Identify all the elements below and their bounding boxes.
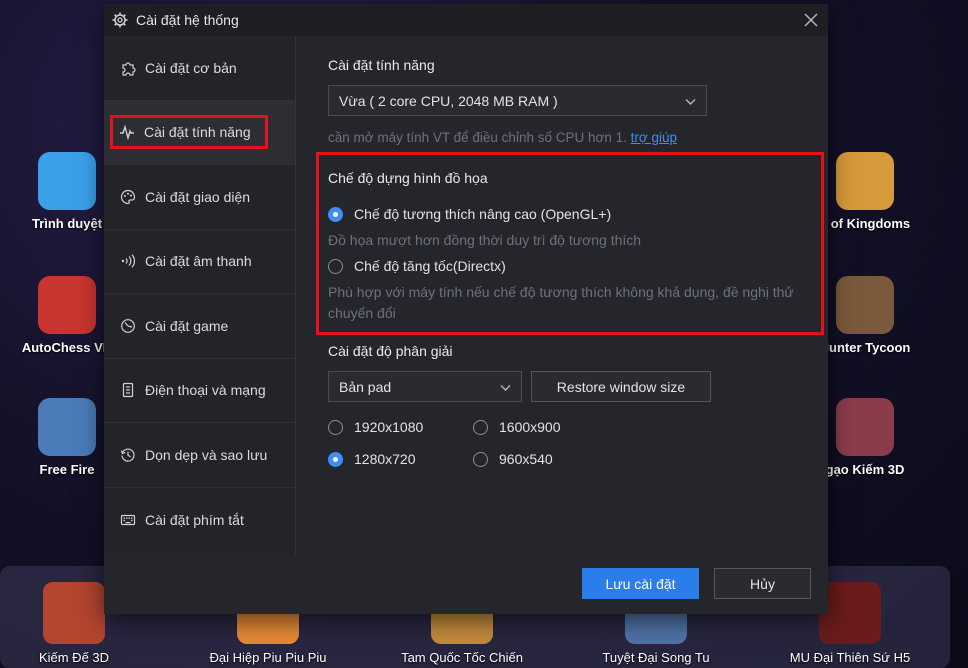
settings-sidebar: Cài đặt cơ bản Cài đặt tính năng Cài đặt… <box>104 36 296 554</box>
restore-window-size-button[interactable]: Restore window size <box>531 371 711 402</box>
radio-button[interactable] <box>328 451 343 467</box>
radio-label: 1920x1080 <box>354 419 424 435</box>
app-label: Đại Hiệp Piu Piu Piu <box>209 650 327 665</box>
resolution-title: Cài đặt độ phân giải <box>328 343 453 359</box>
resolution-option-960x540[interactable]: 960x540 <box>473 451 553 467</box>
pulse-icon <box>120 124 134 141</box>
sidebar-item-label: Cài đặt âm thanh <box>145 253 252 270</box>
performance-select[interactable]: Vừa ( 2 core CPU, 2048 MB RAM ) <box>328 85 707 116</box>
app-label: Tuyệt Đại Song Tu <box>602 650 710 665</box>
sound-icon <box>121 254 136 268</box>
puzzle-icon <box>122 62 136 76</box>
sidebar-item-basic[interactable]: Cài đặt cơ bản <box>104 36 295 101</box>
button-label: Restore window size <box>556 378 686 395</box>
sidebar-item-interface[interactable]: Cài đặt giao diện <box>104 165 295 230</box>
radio-button[interactable] <box>473 451 488 467</box>
sidebar-item-label: Điện thoại và mạng <box>145 382 266 399</box>
radio-label: Chế độ tương thích nâng cao (OpenGL+) <box>354 206 612 222</box>
gear-icon <box>112 12 128 28</box>
gamepad-icon <box>121 318 135 333</box>
highlight-box: Cài đặt tính năng <box>110 115 268 150</box>
sidebar-item-game[interactable]: Cài đặt game <box>104 294 295 359</box>
phone-icon <box>122 383 134 398</box>
close-icon[interactable] <box>802 11 820 29</box>
radio-button[interactable] <box>328 206 343 222</box>
app-icon <box>38 276 96 334</box>
button-label: Hủy <box>750 575 775 592</box>
sidebar-item-sound[interactable]: Cài đặt âm thanh <box>104 230 295 294</box>
radio-button[interactable] <box>473 419 488 435</box>
render-directx-description: Phù hợp với máy tính nếu chế độ tương th… <box>328 284 794 321</box>
cancel-button[interactable]: Hủy <box>714 568 811 599</box>
render-mode-title: Chế độ dựng hình đồ họa <box>328 170 488 186</box>
performance-hint: cần mở máy tính VT để điều chỉnh số CPU … <box>328 130 677 145</box>
radio-label: 1280x720 <box>354 451 416 467</box>
performance-select-value: Vừa ( 2 core CPU, 2048 MB RAM ) <box>339 92 558 109</box>
sidebar-item-cleanup-backup[interactable]: Dọn dẹp và sao lưu <box>104 423 295 488</box>
app-icon <box>836 276 894 334</box>
radio-label: Chế độ tăng tốc(Directx) <box>354 258 506 274</box>
app-icon <box>38 398 96 456</box>
resolution-option-1280x720[interactable]: 1280x720 <box>328 451 416 467</box>
sidebar-item-label: Cài đặt cơ bản <box>145 59 237 76</box>
resolution-option-1920x1080[interactable]: 1920x1080 <box>328 419 423 435</box>
render-directx-option[interactable]: Chế độ tăng tốc(Directx) <box>328 258 506 274</box>
sidebar-item-label: Dọn dẹp và sao lưu <box>145 446 268 463</box>
app-label: Kiếm Đế 3D <box>38 650 110 665</box>
sidebar-item-phone-network[interactable]: Điện thoại và mạng <box>104 359 295 423</box>
performance-hint-text: cần mở máy tính VT để điều chỉnh số CPU … <box>328 130 627 145</box>
resolution-select-value: Bản pad <box>339 378 392 395</box>
app-label: Tam Quốc Tốc Chiến <box>401 650 523 665</box>
sidebar-item-label: Cài đặt tính năng <box>144 124 251 141</box>
chevron-down-icon <box>685 99 696 105</box>
app-label: MU Đại Thiên Sứ H5 <box>789 650 911 665</box>
sidebar-item-label: Cài đặt phím tắt <box>145 511 244 528</box>
resolution-select[interactable]: Bản pad <box>328 371 522 402</box>
resolution-option-1600x900[interactable]: 1600x900 <box>473 419 561 435</box>
sidebar-item-label: Cài đặt game <box>145 317 229 334</box>
dialog-titlebar: Cài đặt hệ thống <box>104 4 828 36</box>
save-button[interactable]: Lưu cài đặt <box>582 568 699 599</box>
performance-title: Cài đặt tính năng <box>328 57 435 73</box>
chevron-down-icon <box>500 385 511 391</box>
app-icon <box>38 152 96 210</box>
sidebar-item-label: Cài đặt giao diện <box>145 188 251 205</box>
keyboard-icon <box>120 514 136 525</box>
radio-label: 960x540 <box>499 451 553 467</box>
sidebar-item-performance[interactable]: Cài đặt tính năng <box>104 100 295 165</box>
sidebar-item-shortcuts[interactable]: Cài đặt phím tắt <box>104 488 295 553</box>
help-link[interactable]: trợ giúp <box>631 130 677 145</box>
button-label: Lưu cài đặt <box>605 575 676 592</box>
app-icon <box>836 152 894 210</box>
render-opengl-description: Đồ họa mượt hơn đồng thời duy trì độ tươ… <box>328 232 642 248</box>
radio-label: 1600x900 <box>499 419 561 435</box>
app-icon <box>43 582 105 644</box>
radio-button[interactable] <box>328 258 343 274</box>
settings-dialog: Cài đặt hệ thống Cài đặt cơ bản Cài đặt … <box>104 4 828 614</box>
palette-icon <box>120 189 136 204</box>
render-opengl-option[interactable]: Chế độ tương thích nâng cao (OpenGL+) <box>328 206 611 222</box>
dialog-title: Cài đặt hệ thống <box>136 12 239 28</box>
history-icon <box>120 448 135 462</box>
radio-button[interactable] <box>328 419 343 435</box>
app-icon <box>819 582 881 644</box>
app-icon <box>836 398 894 456</box>
